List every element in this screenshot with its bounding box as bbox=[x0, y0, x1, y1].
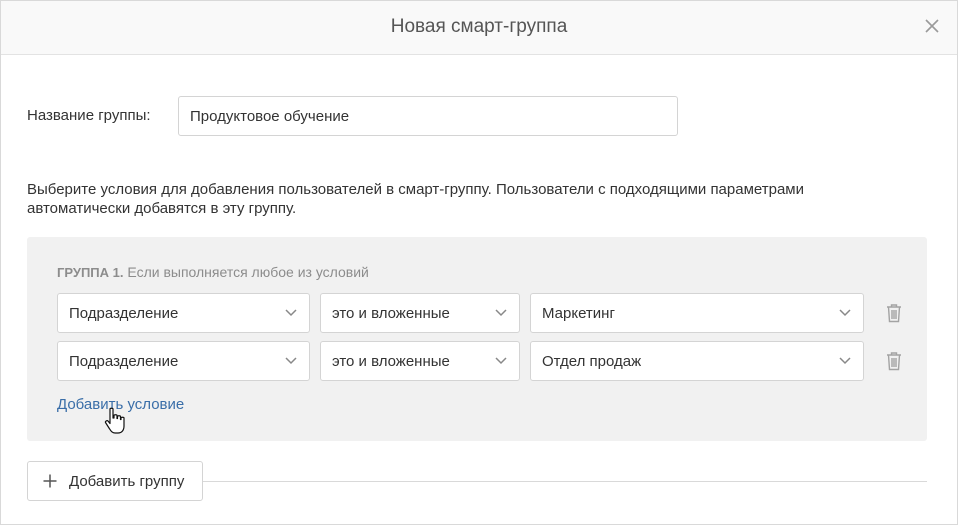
conditions-description: Выберите условия для добавления пользова… bbox=[27, 181, 804, 217]
select-value: это и вложенные bbox=[332, 353, 450, 370]
chevron-down-icon bbox=[839, 309, 851, 317]
condition-value-select[interactable]: Отдел продаж bbox=[530, 341, 864, 381]
group-title: ГРУППА 1. Если выполняется любое из усло… bbox=[57, 264, 369, 280]
close-button[interactable] bbox=[921, 15, 943, 37]
select-value: Маркетинг bbox=[542, 305, 615, 322]
group-rule: Если выполняется любое из условий bbox=[127, 264, 369, 280]
group-number: ГРУППА 1. bbox=[57, 265, 124, 280]
add-group-button[interactable]: Добавить группу bbox=[27, 461, 203, 501]
select-value: это и вложенные bbox=[332, 305, 450, 322]
chevron-down-icon bbox=[495, 357, 507, 365]
select-value: Подразделение bbox=[69, 305, 179, 322]
trash-icon bbox=[887, 352, 901, 371]
dialog-title: Новая смарт-группа bbox=[390, 16, 568, 37]
plus-icon bbox=[43, 474, 57, 488]
group-name-label: Название группы: bbox=[27, 107, 151, 124]
condition-field-select[interactable]: Подразделение bbox=[57, 293, 310, 333]
delete-condition-button[interactable] bbox=[885, 303, 903, 323]
chevron-down-icon bbox=[285, 357, 297, 365]
chevron-down-icon bbox=[839, 357, 851, 365]
select-value: Подразделение bbox=[69, 353, 179, 370]
chevron-down-icon bbox=[285, 309, 297, 317]
dialog-header: Новая смарт-группа bbox=[1, 1, 957, 55]
group-name-input[interactable] bbox=[178, 96, 678, 136]
trash-icon bbox=[887, 304, 901, 323]
add-group-label: Добавить группу bbox=[69, 473, 185, 490]
close-icon bbox=[925, 19, 939, 33]
condition-operator-select[interactable]: это и вложенные bbox=[320, 293, 520, 333]
hand-cursor-icon bbox=[104, 407, 125, 434]
condition-operator-select[interactable]: это и вложенные bbox=[320, 341, 520, 381]
divider bbox=[203, 481, 927, 482]
group-panel: ГРУППА 1. Если выполняется любое из усло… bbox=[27, 237, 927, 441]
delete-condition-button[interactable] bbox=[885, 351, 903, 371]
select-value: Отдел продаж bbox=[542, 353, 642, 370]
condition-field-select[interactable]: Подразделение bbox=[57, 341, 310, 381]
smart-group-dialog: Новая смарт-группа Название группы: Выбе… bbox=[0, 0, 958, 525]
condition-value-select[interactable]: Маркетинг bbox=[530, 293, 864, 333]
chevron-down-icon bbox=[495, 309, 507, 317]
